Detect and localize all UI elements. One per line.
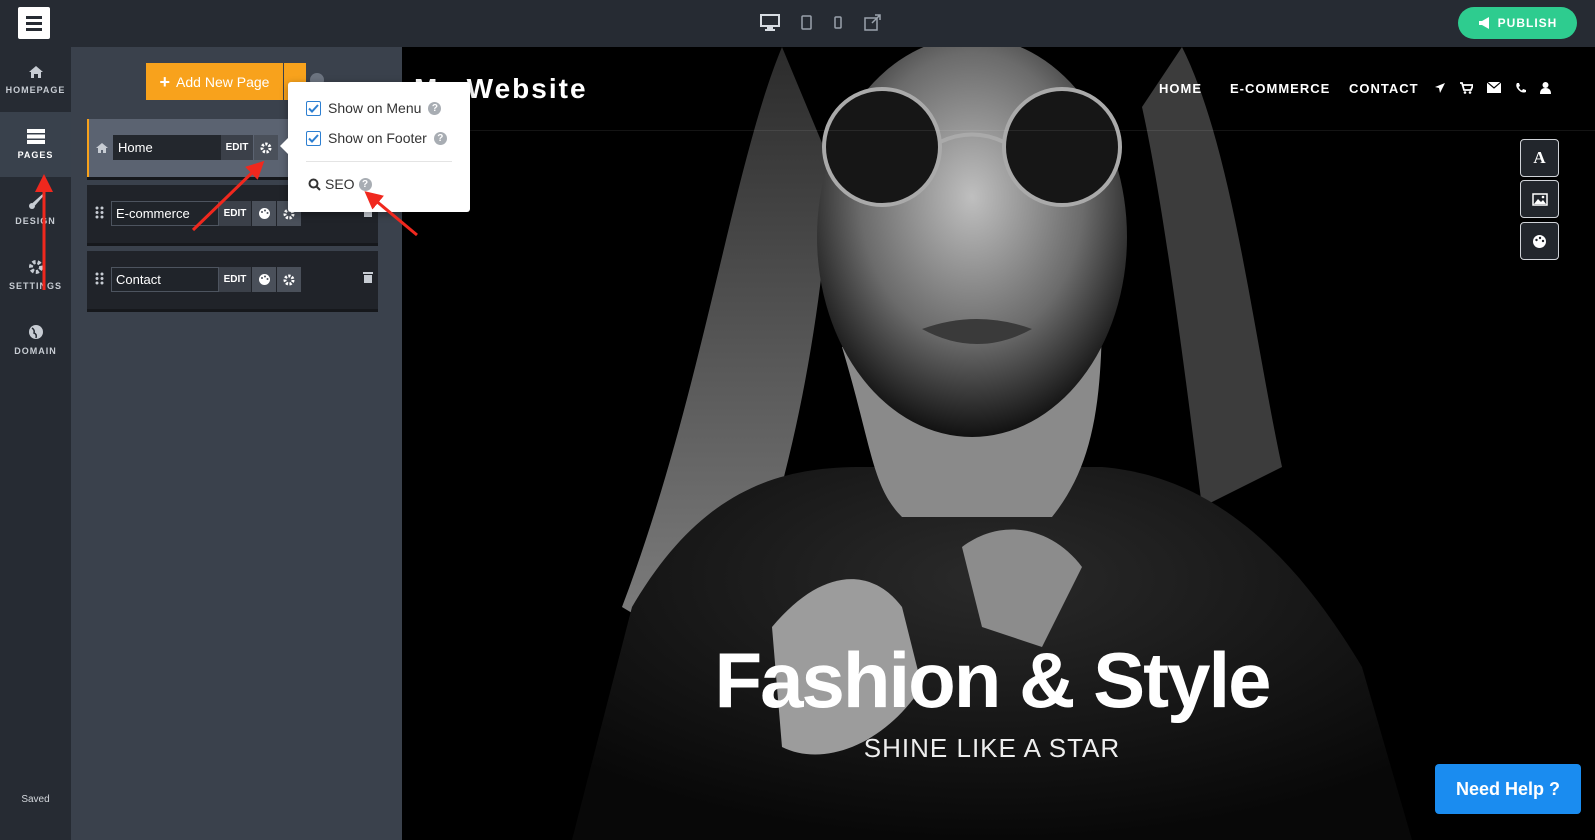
show-on-footer-option[interactable]: Show on Footer ?	[306, 130, 447, 146]
show-on-footer-label: Show on Footer	[328, 130, 427, 146]
page-name-input[interactable]: Home	[113, 135, 221, 160]
page-settings-button[interactable]	[277, 267, 301, 292]
palette-icon	[1533, 234, 1546, 248]
page-settings-button[interactable]	[254, 135, 278, 160]
save-status: Saved	[21, 794, 50, 805]
sidebar-item-label: DESIGN	[15, 215, 56, 226]
sidebar-item-label: HOMEPAGE	[5, 84, 66, 95]
external-link-icon[interactable]	[863, 12, 881, 32]
sidebar-item-label: DOMAIN	[14, 345, 57, 356]
nav-contact[interactable]: CONTACT	[1349, 81, 1419, 96]
site-header: My Website HOME E-COMMERCE CONTACT	[402, 47, 1595, 131]
brush-icon	[28, 193, 44, 209]
user-icon[interactable]	[1540, 82, 1551, 94]
seo-label: SEO	[325, 176, 355, 192]
sidebar-item-label: PAGES	[17, 150, 54, 160]
sidebar-item-settings[interactable]: SETTINGS	[0, 242, 71, 307]
plus-icon: +	[159, 71, 171, 92]
logo-menu-icon[interactable]	[18, 7, 50, 39]
check-icon	[308, 103, 319, 113]
top-bar: PUBLISH	[0, 0, 1595, 47]
cart-icon[interactable]	[1460, 82, 1473, 94]
trash-icon[interactable]	[363, 271, 373, 283]
location-icon[interactable]	[1434, 82, 1446, 94]
text-icon: A	[1533, 148, 1546, 167]
mail-icon[interactable]	[1487, 82, 1501, 93]
hero-subtitle[interactable]: SHINE LIKE A STAR	[402, 733, 1582, 764]
palette-icon	[258, 274, 270, 285]
home-icon	[96, 143, 108, 153]
show-on-menu-label: Show on Menu	[328, 100, 422, 116]
page-row-contact[interactable]: Contact EDIT	[87, 251, 378, 309]
page-name-input[interactable]: Contact	[111, 267, 219, 292]
sidebar-item-pages[interactable]: PAGES	[0, 112, 71, 177]
phone-icon[interactable]	[1515, 82, 1527, 94]
tablet-icon[interactable]	[800, 12, 812, 32]
drag-handle-icon[interactable]	[95, 272, 104, 285]
edit-page-button[interactable]: EDIT	[221, 135, 253, 160]
image-tool-button[interactable]	[1520, 180, 1559, 218]
page-design-button[interactable]	[252, 267, 276, 292]
sidebar-item-homepage[interactable]: HOMEPAGE	[0, 47, 71, 112]
add-new-page-label: Add New Page	[176, 73, 270, 90]
home-icon	[28, 65, 43, 78]
help-icon[interactable]: ?	[428, 101, 442, 115]
text-tool-button[interactable]: A	[1520, 139, 1559, 177]
sidebar-item-design[interactable]: DESIGN	[0, 177, 71, 242]
sidebar-item-label: SETTINGS	[8, 280, 62, 291]
pages-icon	[26, 129, 45, 144]
page-settings-popover: Show on Menu ? Show on Footer ? SEO ?	[280, 82, 470, 212]
show-on-menu-option[interactable]: Show on Menu ?	[306, 100, 442, 116]
publish-button[interactable]: PUBLISH	[1458, 7, 1577, 39]
left-sidebar: HOMEPAGE PAGES DESIGN SETTINGS DOMAIN Sa…	[0, 47, 71, 840]
site-preview: My Website HOME E-COMMERCE CONTACT A Fas…	[402, 47, 1595, 840]
popover-arrow	[280, 138, 288, 154]
add-new-page-button[interactable]: + Add New Page	[146, 63, 283, 100]
color-tool-button[interactable]	[1520, 222, 1559, 260]
gear-icon	[283, 274, 295, 285]
show-on-footer-checkbox[interactable]	[306, 130, 321, 146]
image-icon	[1531, 192, 1548, 206]
sidebar-item-domain[interactable]: DOMAIN	[0, 307, 71, 372]
globe-icon	[28, 324, 43, 339]
nav-home[interactable]: HOME	[1159, 81, 1202, 96]
drag-handle-icon[interactable]	[95, 206, 104, 219]
nav-ecommerce[interactable]: E-COMMERCE	[1230, 81, 1330, 96]
search-icon	[308, 178, 321, 191]
gear-icon	[28, 259, 43, 274]
page-design-button[interactable]	[252, 201, 276, 226]
help-icon[interactable]: ?	[358, 177, 372, 191]
edit-page-button[interactable]: EDIT	[219, 201, 251, 226]
gear-icon	[260, 142, 272, 153]
show-on-menu-checkbox[interactable]	[306, 100, 321, 116]
desktop-icon[interactable]	[760, 12, 780, 32]
help-icon[interactable]: ?	[433, 131, 447, 145]
hero-title[interactable]: Fashion & Style	[402, 635, 1582, 726]
need-help-button[interactable]: Need Help ?	[1435, 764, 1581, 814]
edit-page-button[interactable]: EDIT	[219, 267, 251, 292]
page-name-input[interactable]: E-commerce	[111, 201, 219, 226]
palette-icon	[258, 208, 270, 219]
popover-divider	[306, 161, 452, 162]
mobile-icon[interactable]	[833, 12, 843, 32]
megaphone-icon	[1478, 17, 1489, 29]
seo-option[interactable]: SEO ?	[308, 176, 372, 192]
publish-label: PUBLISH	[1497, 16, 1558, 30]
check-icon	[308, 133, 319, 143]
